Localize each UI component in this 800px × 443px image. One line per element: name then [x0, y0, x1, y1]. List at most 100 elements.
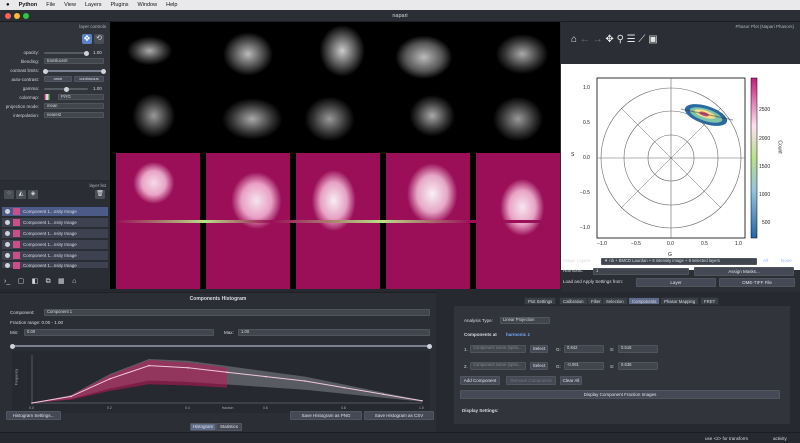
save-icon[interactable]: ▣: [648, 34, 657, 45]
clear-all-button[interactable]: Clear All: [560, 376, 582, 385]
layer-item[interactable]: Component 1...nsity Image: [2, 207, 108, 217]
menu-view[interactable]: View: [64, 2, 76, 8]
tab-selection[interactable]: Selection: [602, 297, 628, 305]
interpolation-select[interactable]: nearest: [44, 112, 104, 118]
visibility-icon[interactable]: [5, 209, 10, 214]
remove-component-button[interactable]: Remove Component: [506, 376, 556, 385]
colormap-select[interactable]: PiYG: [58, 94, 104, 100]
add-component-button[interactable]: Add Component: [460, 376, 500, 385]
autocontrast-once-button[interactable]: once: [44, 76, 72, 82]
apple-icon[interactable]: ●: [6, 2, 10, 8]
harmonic-link[interactable]: harmonic 1: [506, 332, 530, 337]
intensity-image: [206, 86, 290, 152]
contrast-slider[interactable]: [43, 68, 106, 74]
load-from-tiff-button[interactable]: OME-TIFF File: [719, 278, 795, 287]
component-2-g-field[interactable]: -0.081: [564, 362, 604, 370]
menu-window[interactable]: Window: [138, 2, 158, 8]
autocontrast-label: auto-contrast:: [11, 76, 39, 82]
assign-masks-button[interactable]: Assign Masks...: [694, 267, 794, 276]
tab-histogram[interactable]: Histogram: [190, 423, 216, 431]
gamma-slider[interactable]: [44, 86, 88, 92]
component-2-name-input[interactable]: Component name (optio...: [470, 362, 526, 370]
component-2-s-field[interactable]: 0.638: [618, 362, 658, 370]
tab-phasor-mapping[interactable]: Phasor Mapping: [660, 297, 700, 305]
activity-button[interactable]: activity: [773, 436, 787, 441]
pan-zoom-button[interactable]: ✥: [82, 34, 92, 44]
menu-plugins[interactable]: Plugins: [110, 2, 128, 8]
ndisplay-icon[interactable]: ▢: [18, 278, 25, 285]
edit-axis-icon[interactable]: ⟋: [638, 34, 645, 45]
component-1-name-input[interactable]: Component name (optio...: [470, 345, 526, 353]
roll-icon[interactable]: ◧: [32, 278, 39, 285]
layer-item[interactable]: Component 1...nsity Image: [2, 229, 108, 239]
blending-select[interactable]: translucent: [44, 58, 104, 64]
tab-statistics[interactable]: Statistics: [216, 423, 242, 431]
save-histogram-csv-button[interactable]: Save Histogram as CSV: [364, 411, 434, 420]
tab-calibration[interactable]: Calibration: [559, 297, 588, 305]
component-1-select-button[interactable]: Select: [530, 345, 548, 353]
harmonic-label: Harmonic:: [563, 268, 584, 273]
viewer-canvas[interactable]: [110, 22, 560, 289]
phasor-plot-area[interactable]: S G Count −1.0 −0.5 0.0 0.5 1.0 1.0 0.5 …: [561, 64, 800, 270]
console-icon[interactable]: ›_: [4, 278, 10, 285]
configure-icon[interactable]: ☰: [627, 34, 636, 45]
delete-layer-button[interactable]: 🗑: [95, 190, 105, 199]
canvas-green-edges: [116, 220, 560, 223]
forward-arrow-icon[interactable]: →: [593, 34, 603, 45]
layer-item[interactable]: Component 1...nsity Image: [2, 251, 108, 261]
tab-plot-settings[interactable]: Plot Settings: [524, 297, 557, 305]
visibility-icon[interactable]: [5, 253, 10, 258]
projection-select[interactable]: mean: [44, 103, 104, 109]
colorbar-label: Count: [776, 140, 783, 154]
component-2-select-button[interactable]: Select: [530, 362, 548, 370]
visibility-icon[interactable]: [5, 262, 10, 268]
display-fraction-images-button[interactable]: Display Component Fraction Images: [460, 390, 780, 399]
menu-layers[interactable]: Layers: [85, 2, 102, 8]
status-hint: use <2> for transform: [705, 436, 749, 441]
transform-button[interactable]: ⟲: [94, 34, 104, 44]
menu-help[interactable]: Help: [166, 2, 177, 8]
zoom-icon[interactable]: ⚲: [617, 34, 624, 45]
max-field[interactable]: 1.00: [238, 329, 430, 336]
menu-file[interactable]: File: [46, 2, 55, 8]
visibility-icon[interactable]: [5, 220, 10, 225]
zoom-window-button[interactable]: [23, 13, 29, 19]
component-1-g-field[interactable]: 0.842: [564, 345, 604, 353]
autocontrast-continuous-button[interactable]: continuous: [74, 76, 104, 82]
home-icon[interactable]: ⌂: [571, 34, 577, 45]
visibility-icon[interactable]: [5, 242, 10, 247]
min-field[interactable]: 0.00: [24, 329, 214, 336]
save-histogram-png-button[interactable]: Save Histogram as PNG: [290, 411, 362, 420]
component-select[interactable]: Component 1: [44, 309, 430, 316]
select-none-link[interactable]: None: [781, 258, 792, 263]
component-1-s-field[interactable]: 0.516: [618, 345, 658, 353]
menu-app[interactable]: Python: [19, 2, 38, 8]
transpose-icon[interactable]: ⧉: [46, 278, 51, 285]
opacity-slider[interactable]: [44, 50, 89, 56]
pan-icon[interactable]: ✥: [605, 34, 613, 45]
analysis-type-select[interactable]: Linear Projection: [500, 317, 550, 324]
close-window-button[interactable]: [5, 13, 11, 19]
new-shapes-layer-button[interactable]: ◭: [16, 190, 26, 199]
layer-item[interactable]: Component 1...nsity Image: [2, 218, 108, 228]
select-all-link[interactable]: All: [763, 258, 768, 263]
layer-item[interactable]: Component 1...nsity Image: [2, 240, 108, 250]
histogram-settings-button[interactable]: Histogram Settings...: [6, 411, 61, 420]
fraction-range-slider[interactable]: [10, 343, 432, 349]
layer-item[interactable]: Component 1...nsity Image: [2, 261, 108, 269]
window-title: napari: [392, 13, 408, 19]
new-points-layer-button[interactable]: ⁘: [4, 190, 14, 199]
back-arrow-icon[interactable]: ←: [580, 34, 590, 45]
new-labels-layer-button[interactable]: ◈: [28, 190, 38, 199]
minimize-window-button[interactable]: [14, 13, 20, 19]
load-from-layer-button[interactable]: Layer: [636, 278, 716, 287]
grid-icon[interactable]: ▦: [58, 278, 65, 285]
image-layers-select[interactable]: ▼ nb + BMCD Laurdan + 6 intensity image …: [601, 258, 757, 265]
tab-components[interactable]: Components: [628, 297, 661, 305]
home-icon[interactable]: ⌂: [72, 278, 76, 285]
visibility-icon[interactable]: [5, 231, 10, 236]
histogram-point: [265, 375, 267, 378]
harmonic-spinbox[interactable]: 1: [593, 268, 689, 275]
tab-fret[interactable]: FRET: [700, 297, 720, 305]
contrast-label: contrast limits:: [10, 67, 39, 73]
